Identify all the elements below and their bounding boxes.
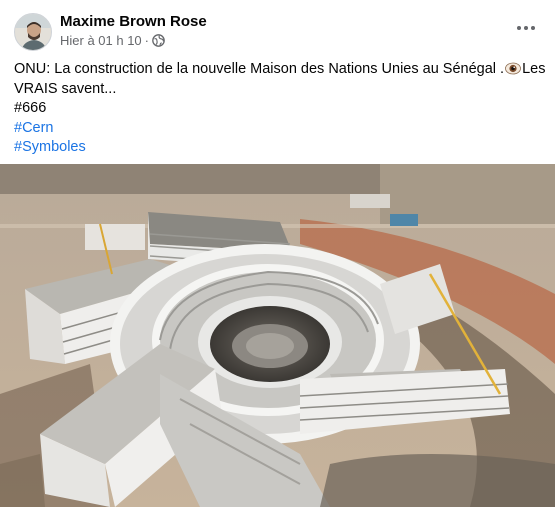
author-name[interactable]: Maxime Brown Rose [60,13,207,30]
more-options-icon[interactable] [515,20,537,36]
eye-emoji-icon [505,62,521,75]
hashtag-line-1: #Cern [14,119,544,139]
post-text-line-2: VRAIS savent... [14,80,117,97]
tag-line: #666 [14,100,47,116]
post-photo[interactable] [0,164,555,507]
post-text: ONU: La construction de la nouvelle Mais… [14,60,546,158]
hashtag-symboles[interactable]: #Symboles [14,139,86,155]
avatar-photo-icon [15,14,51,50]
post-meta: Hier à 01 h 10 · [60,33,165,48]
more-dot [531,26,535,30]
post-text-part-1: ONU: La construction de la nouvelle Mais… [14,61,505,77]
post-header: Maxime Brown Rose Hier à 01 h 10 · [0,0,555,60]
meta-separator: · [144,33,150,48]
aerial-building-photo [0,164,555,507]
post-text-line-1: ONU: La construction de la nouvelle Mais… [14,60,546,80]
author-avatar[interactable] [14,13,52,51]
more-dot [517,26,521,30]
hashtag-line-2: #Symboles [14,138,544,158]
hashtag-cern[interactable]: #Cern [14,120,54,136]
more-dot [524,26,528,30]
post-text-part-2: Les [522,61,546,77]
globe-icon[interactable] [152,34,165,47]
post-timestamp[interactable]: Hier à 01 h 10 [60,33,142,48]
